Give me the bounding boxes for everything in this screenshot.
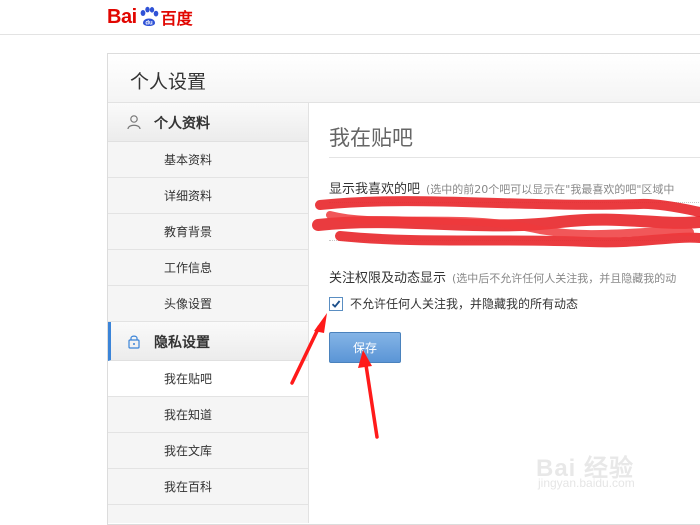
watermark-url: jingyan.baidu.com <box>538 476 635 490</box>
baidu-jingyan-watermark: Bai 经验 jingyan.baidu.com <box>536 432 686 492</box>
